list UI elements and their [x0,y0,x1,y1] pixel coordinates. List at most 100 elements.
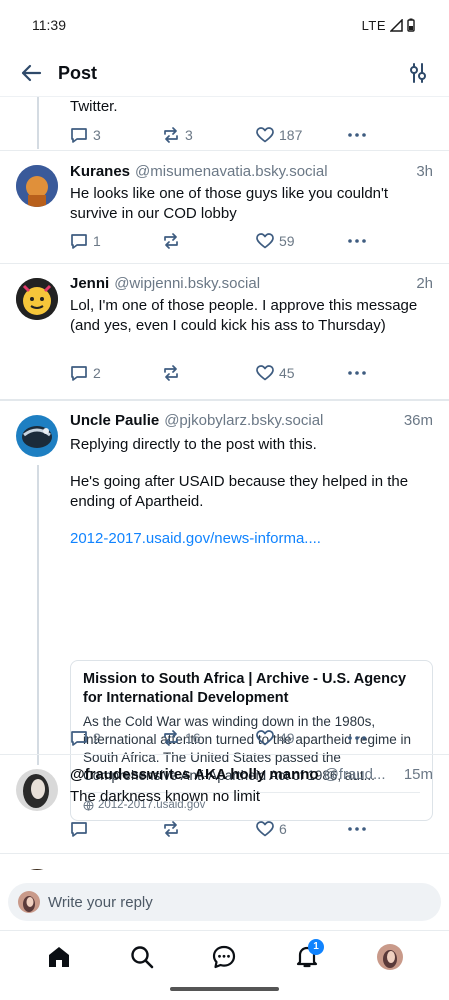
thread-feed[interactable]: Twitter. 3 3 187 Kuranes @misumenavatia.… [0,96,449,870]
post-meta: Jenni @wipjenni.bsky.social 2h [70,275,433,292]
sliders-icon [410,63,426,83]
search-icon [131,945,154,968]
reply-button[interactable]: 3 [70,127,162,144]
repost-button[interactable] [162,365,256,381]
author-name[interactable]: @fraudesswrites AKA holly manno [70,766,319,783]
repost-count: 3 [185,127,193,143]
card-title: Mission to South Africa | Archive - U.S.… [83,671,407,706]
post-text: He looks like one of those guys like you… [70,185,389,222]
like-button[interactable]: 187 [256,127,348,143]
avatar-image [16,769,58,811]
like-count: 59 [279,233,295,249]
repost-button[interactable]: 3 [162,127,256,143]
profile-avatar [376,943,403,970]
more-options-button[interactable] [348,239,366,243]
post-actions: 2 45 [70,363,433,383]
nav-home[interactable] [37,935,81,979]
more-dots-icon [348,239,366,243]
more-dots-icon [348,133,366,137]
like-count: 187 [279,127,303,143]
user-avatar-image [18,891,40,913]
more-options-button[interactable] [348,133,366,137]
more-dots-icon [348,827,366,831]
post-item[interactable]: @fraudesswrites AKA holly manno @fraud..… [0,755,449,853]
avatar-image [16,278,58,320]
post-meta: @fraudesswrites AKA holly manno @fraud..… [70,766,433,783]
author-handle[interactable]: @misumenavatia.bsky.social [135,163,408,180]
like-button[interactable]: 59 [256,233,348,249]
post-actions: 1 59 [70,231,433,251]
bottom-nav: 1 [0,930,449,982]
avatar-image [16,415,58,457]
reply-icon [71,233,87,249]
avatar[interactable] [16,769,58,811]
repost-icon [164,365,178,381]
nav-notifications[interactable]: 1 [285,935,329,979]
heart-icon [256,127,274,143]
post-item[interactable]: Uncle Paulie @pjkobylarz.bsky.social 36m… [0,401,449,821]
reply-count: 3 [93,127,101,143]
home-icon [49,946,70,967]
reply-icon [71,127,87,143]
post-time: 36m [403,412,433,429]
reply-icon [71,821,87,837]
reply-count: 2 [93,365,101,381]
author-handle[interactable]: @wipjenni.bsky.social [114,275,408,292]
like-button[interactable]: 45 [256,365,348,381]
repost-button[interactable] [162,233,256,249]
nav-messages[interactable] [202,935,246,979]
more-options-button[interactable] [348,371,366,375]
reply-icon [71,730,87,746]
reply-count: 2 [93,730,101,746]
author-name[interactable]: Jenni [70,275,109,292]
like-button[interactable]: 49 [256,730,348,746]
repost-button[interactable] [162,821,256,837]
divider [0,853,449,854]
status-time: 11:39 [32,17,66,33]
reply-button[interactable]: 2 [70,730,162,747]
reply-bar-container: Write your reply [0,870,449,930]
post-item[interactable]: Kuranes @misumenavatia.bsky.social 3h He… [0,151,449,263]
network-label: LTE [361,17,386,33]
author-name[interactable]: Uncle Paulie [70,412,159,429]
repost-button[interactable]: 16 [162,730,256,746]
thread-settings-button[interactable] [405,60,431,86]
repost-icon [164,821,178,837]
reply-button[interactable]: 1 [70,233,162,250]
post-time: 2h [416,275,433,292]
more-dots-icon [348,371,366,375]
header: Post [0,50,449,96]
author-handle[interactable]: @fraud... [324,766,396,783]
home-indicator[interactable] [170,987,279,991]
avatar[interactable] [16,415,58,457]
back-button[interactable] [18,60,44,86]
reply-button[interactable] [70,821,162,838]
heart-icon [256,233,274,249]
post-text: Lol, I'm one of those people. I approve … [70,297,418,334]
post-item[interactable]: Jenni @wipjenni.bsky.social 2h Lol, I'm … [0,264,449,398]
post-link[interactable]: 2012-2017.usaid.gov/news-informa.... [70,530,433,547]
status-icons: LTE [362,18,415,33]
nav-search[interactable] [120,935,164,979]
reply-button[interactable]: 2 [70,365,162,382]
status-bar: 11:39 LTE [0,0,449,50]
post-meta: Uncle Paulie @pjkobylarz.bsky.social 36m [70,412,433,429]
heart-icon [256,730,274,746]
like-button[interactable]: 6 [256,821,348,837]
author-name[interactable]: Kuranes [70,163,130,180]
post-actions: 6 [70,819,433,839]
avatar[interactable] [16,278,58,320]
avatar[interactable] [16,165,58,207]
more-options-button[interactable] [348,736,366,740]
reply-placeholder: Write your reply [48,893,153,911]
post-text: The darkness known no limit [70,788,261,805]
reply-input[interactable]: Write your reply [8,883,441,921]
author-handle[interactable]: @pjkobylarz.bsky.social [164,412,396,429]
notifications-badge: 1 [308,938,325,955]
arrow-left-icon [21,64,42,82]
nav-profile[interactable] [368,935,412,979]
more-options-button[interactable] [348,827,366,831]
heart-icon [256,365,274,381]
post-text: Replying directly to the post with this. [70,436,317,453]
like-count: 6 [279,821,287,837]
